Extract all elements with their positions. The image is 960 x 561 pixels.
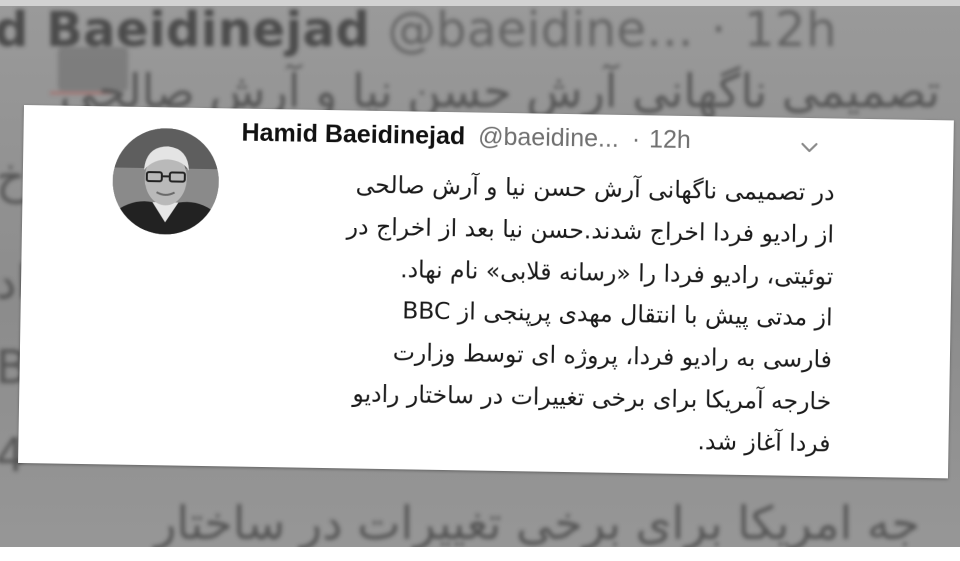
background-dot: ·	[711, 2, 727, 58]
tweet-body: در تصمیمی ناگهانی آرش حسن نیا و آرش صالح…	[218, 162, 835, 465]
top-strip	[0, 0, 960, 6]
tweet-header: Hamid Baeidinejad @baeidine... · 12h	[241, 119, 691, 155]
bottom-bar	[0, 547, 960, 561]
profile-avatar[interactable]	[111, 127, 220, 236]
avatar-portrait-icon	[111, 127, 220, 236]
background-header: d Baeidinejad @baeidine... · 12h	[0, 2, 837, 58]
user-handle[interactable]: @baeidine...	[478, 123, 619, 153]
tweet-card[interactable]: Hamid Baeidinejad @baeidine... · 12h در …	[18, 105, 954, 479]
background-bottom-line: جه امریکا برای برخی تغییرات در ساختار	[154, 496, 920, 550]
background-time: 12h	[744, 2, 837, 58]
background-name: d Baeidinejad	[0, 2, 371, 58]
separator-dot: ·	[631, 125, 641, 154]
timestamp[interactable]: 12h	[649, 125, 691, 154]
chevron-down-icon[interactable]	[799, 140, 819, 154]
display-name[interactable]: Hamid Baeidinejad	[241, 119, 465, 151]
background-handle: @baeidine...	[387, 2, 694, 58]
